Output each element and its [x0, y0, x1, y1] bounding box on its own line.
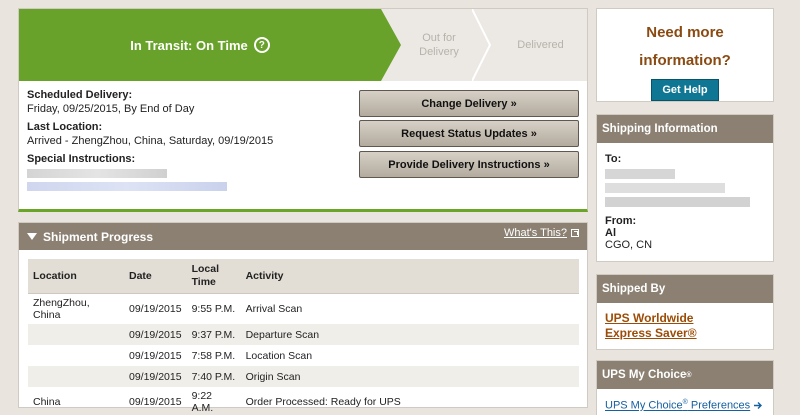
request-status-updates-button[interactable]: Request Status Updates »: [359, 120, 579, 147]
table-row: ZhengZhou, China 09/19/2015 9:55 P.M. Ar…: [33, 297, 303, 321]
shipment-progress-title: Shipment Progress: [43, 229, 154, 244]
scheduled-delivery-value: Friday, 09/25/2015, By End of Day: [27, 103, 195, 115]
delivery-status-card: In Transit: On Time ? Out for Delivery D…: [18, 8, 588, 212]
change-delivery-button[interactable]: Change Delivery »: [359, 90, 579, 117]
shipping-information-box: Shipping Information To: From: Al CGO, C…: [596, 114, 774, 262]
shipped-by-box: Shipped By UPS Worldwide Express Saver®: [596, 274, 774, 350]
need-more-info-title: Need more information?: [639, 24, 731, 69]
table-row: 09/19/2015 7:40 P.M. Origin Scan: [28, 366, 579, 387]
need-more-info-box: Need more information? Get Help: [596, 8, 774, 102]
last-location-value: Arrived - ZhengZhou, China, Saturday, 09…: [27, 135, 274, 147]
get-help-button[interactable]: Get Help: [651, 79, 719, 101]
column-header-location: Location: [28, 259, 124, 294]
arrow-right-icon: [754, 401, 763, 409]
ups-my-choice-box: UPS My Choice ® UPS My Choice® Preference…: [596, 360, 774, 415]
column-header-date: Date: [124, 259, 187, 294]
progress-steps: In Transit: On Time ? Out for Delivery D…: [19, 9, 587, 81]
last-location-label: Last Location:: [27, 121, 103, 133]
to-label: To:: [605, 153, 622, 165]
table-row: 09/19/2015 7:58 P.M. Location Scan: [129, 349, 313, 362]
from-location: CGO, CN: [605, 239, 653, 251]
my-choice-preferences-link[interactable]: UPS My Choice® Preferences: [597, 389, 773, 415]
whats-this-link[interactable]: What's This?: [504, 227, 579, 239]
step-in-transit-label: In Transit: On Time: [130, 37, 248, 53]
help-icon[interactable]: ?: [253, 37, 270, 53]
table-row: 09/19/2015 9:37 P.M. Departure Scan: [28, 324, 579, 345]
ups-my-choice-title: UPS My Choice ®: [597, 361, 773, 389]
step-delivered: Delivered: [517, 39, 564, 51]
shipment-progress-header[interactable]: Shipment Progress What's This?: [19, 223, 587, 250]
shipment-progress-table: Location Date Local Time Activity ZhengZ…: [28, 259, 579, 415]
provide-delivery-instructions-button[interactable]: Provide Delivery Instructions »: [359, 151, 579, 178]
redacted-text: [605, 169, 675, 179]
table-row: China 09/19/2015 9:22 A.M. Order Process…: [33, 390, 401, 414]
redacted-text: [27, 182, 227, 191]
from-name: Al: [605, 227, 616, 239]
delivery-details: Scheduled Delivery: Friday, 09/25/2015, …: [27, 89, 357, 191]
chevron-separator-icon: [472, 9, 492, 81]
step-arrow: [381, 9, 401, 81]
redacted-text: [605, 197, 750, 207]
column-header-activity: Activity: [240, 259, 579, 294]
redacted-text: [605, 183, 725, 193]
shipped-by-title: Shipped By: [597, 275, 773, 303]
column-header-local-time: Local Time: [186, 259, 241, 294]
popup-icon: [571, 229, 579, 237]
step-out-for-delivery: Out for Delivery: [419, 32, 459, 58]
from-label: From:: [605, 215, 637, 227]
ups-service-link[interactable]: UPS Worldwide Express Saver®: [597, 303, 773, 349]
shipment-progress-panel: Shipment Progress What's This? Location …: [18, 222, 588, 414]
redacted-text: [27, 169, 167, 178]
scheduled-delivery-label: Scheduled Delivery:: [27, 89, 133, 101]
special-instructions-label: Special Instructions:: [27, 153, 136, 165]
shipping-information-title: Shipping Information: [597, 115, 773, 143]
collapse-triangle-icon[interactable]: [27, 233, 37, 240]
